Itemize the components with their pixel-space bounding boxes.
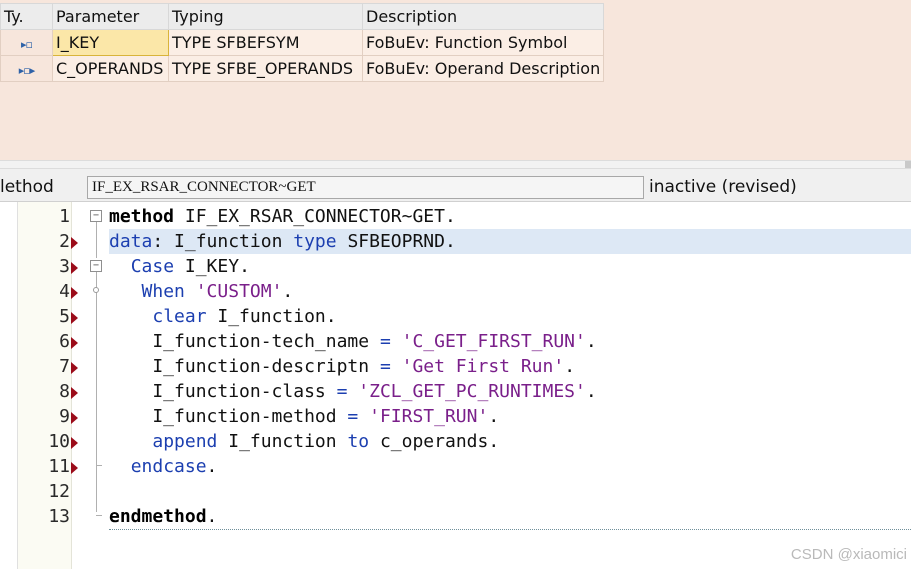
line-number[interactable]: 4 bbox=[18, 279, 70, 304]
description-cell[interactable]: FoBuEv: Function Symbol bbox=[361, 29, 605, 56]
header-parameter[interactable]: Parameter bbox=[52, 3, 169, 30]
code-text[interactable]: endcase. bbox=[109, 454, 911, 479]
header-description[interactable]: Description bbox=[361, 3, 605, 30]
changing-parameter-icon: ▸▫▸ bbox=[18, 64, 35, 77]
code-line[interactable]: 10 append I_function to c_operands. bbox=[0, 429, 911, 454]
line-number[interactable]: 13 bbox=[18, 504, 70, 529]
table-row[interactable]: ▸▫▸ C_OPERANDS TYPE SFBE_OPERANDS FoBuEv… bbox=[0, 55, 605, 82]
header-typing[interactable]: Typing bbox=[168, 3, 363, 30]
code-line[interactable]: 6 I_function-tech_name = 'C_GET_FIRST_RU… bbox=[0, 329, 911, 354]
line-number[interactable]: 6 bbox=[18, 329, 70, 354]
parameter-pane: Ty. Parameter Typing Description ▸▫ I_KE… bbox=[0, 0, 911, 160]
parameter-table: Ty. Parameter Typing Description ▸▫ I_KE… bbox=[0, 3, 605, 82]
code-text[interactable]: clear I_function. bbox=[109, 304, 911, 329]
code-text[interactable]: I_function-tech_name = 'C_GET_FIRST_RUN'… bbox=[109, 329, 911, 354]
line-number[interactable]: 8 bbox=[18, 379, 70, 404]
breakpoint-marker-icon[interactable] bbox=[71, 462, 78, 474]
pane-splitter[interactable] bbox=[0, 160, 911, 169]
description-cell[interactable]: FoBuEv: Operand Description bbox=[361, 55, 605, 82]
line-number[interactable]: 11 bbox=[18, 454, 70, 479]
breakpoint-marker-icon[interactable] bbox=[71, 337, 78, 349]
code-line[interactable]: 1 method IF_EX_RSAR_CONNECTOR~GET. bbox=[0, 204, 911, 229]
line-number[interactable]: 12 bbox=[18, 479, 70, 504]
code-line[interactable]: 3 Case I_KEY. bbox=[0, 254, 911, 279]
method-name-field[interactable]: IF_EX_RSAR_CONNECTOR~GET bbox=[87, 176, 644, 199]
line-number[interactable]: 3 bbox=[18, 254, 70, 279]
parameter-name-cell[interactable]: I_KEY bbox=[52, 29, 169, 56]
parameter-name-cell[interactable]: C_OPERANDS bbox=[52, 55, 169, 82]
line-number[interactable]: 1 bbox=[18, 204, 70, 229]
code-text[interactable]: I_function-class = 'ZCL_GET_PC_RUNTIMES'… bbox=[109, 379, 911, 404]
typing-cell[interactable]: TYPE SFBEFSYM bbox=[168, 29, 363, 56]
code-text[interactable]: I_function-method = 'FIRST_RUN'. bbox=[109, 404, 911, 429]
line-number[interactable]: 10 bbox=[18, 429, 70, 454]
code-line[interactable]: 4 When 'CUSTOM'. bbox=[0, 279, 911, 304]
row-type-cell[interactable]: ▸▫ bbox=[0, 29, 53, 56]
code-text[interactable]: Case I_KEY. bbox=[109, 254, 911, 279]
breakpoint-marker-icon[interactable] bbox=[71, 262, 78, 274]
importing-parameter-icon: ▸▫ bbox=[21, 38, 33, 51]
code-text[interactable]: append I_function to c_operands. bbox=[109, 429, 911, 454]
code-line[interactable]: 12 bbox=[0, 479, 911, 504]
method-header-bar: lethod IF_EX_RSAR_CONNECTOR~GET inactive… bbox=[0, 169, 911, 202]
code-line[interactable]: 8 I_function-class = 'ZCL_GET_PC_RUNTIME… bbox=[0, 379, 911, 404]
breakpoint-marker-icon[interactable] bbox=[71, 237, 78, 249]
code-text[interactable] bbox=[109, 479, 911, 504]
watermark: CSDN @xiaomici bbox=[790, 546, 907, 563]
row-type-cell[interactable]: ▸▫▸ bbox=[0, 55, 53, 82]
splitter-grip-icon[interactable] bbox=[905, 161, 911, 168]
code-text[interactable]: data: I_function type SFBEOPRND. bbox=[109, 229, 911, 254]
line-number[interactable]: 7 bbox=[18, 354, 70, 379]
breakpoint-marker-icon[interactable] bbox=[71, 387, 78, 399]
table-row[interactable]: ▸▫ I_KEY TYPE SFBEFSYM FoBuEv: Function … bbox=[0, 29, 605, 56]
code-text[interactable]: When 'CUSTOM'. bbox=[109, 279, 911, 304]
code-text[interactable]: method IF_EX_RSAR_CONNECTOR~GET. bbox=[109, 204, 911, 229]
code-line[interactable]: 13 endmethod. bbox=[0, 504, 911, 529]
breakpoint-marker-icon[interactable] bbox=[71, 412, 78, 424]
typing-cell[interactable]: TYPE SFBE_OPERANDS bbox=[168, 55, 363, 82]
breakpoint-marker-icon[interactable] bbox=[71, 362, 78, 374]
breakpoint-marker-icon[interactable] bbox=[71, 437, 78, 449]
method-label: lethod bbox=[0, 177, 54, 197]
code-editor[interactable]: − − 1 method IF_EX_RSAR_CONNECTOR~GET. 2 da… bbox=[0, 202, 911, 569]
code-line[interactable]: 7 I_function-descriptn = 'Get First Run'… bbox=[0, 354, 911, 379]
header-type[interactable]: Ty. bbox=[0, 3, 53, 30]
line-number[interactable]: 5 bbox=[18, 304, 70, 329]
code-text[interactable]: endmethod. bbox=[109, 504, 911, 529]
code-line[interactable]: 5 clear I_function. bbox=[0, 304, 911, 329]
breakpoint-marker-icon[interactable] bbox=[71, 287, 78, 299]
breakpoint-marker-icon[interactable] bbox=[71, 312, 78, 324]
code-line[interactable]: 11 endcase. bbox=[0, 454, 911, 479]
code-text[interactable]: I_function-descriptn = 'Get First Run'. bbox=[109, 354, 911, 379]
line-number[interactable]: 2 bbox=[18, 229, 70, 254]
method-status: inactive (revised) bbox=[649, 177, 797, 197]
parameter-table-header: Ty. Parameter Typing Description bbox=[0, 3, 605, 30]
line-number[interactable]: 9 bbox=[18, 404, 70, 429]
code-line[interactable]: 2 data: I_function type SFBEOPRND. bbox=[0, 229, 911, 254]
end-of-code-rule bbox=[109, 529, 911, 530]
code-line[interactable]: 9 I_function-method = 'FIRST_RUN'. bbox=[0, 404, 911, 429]
